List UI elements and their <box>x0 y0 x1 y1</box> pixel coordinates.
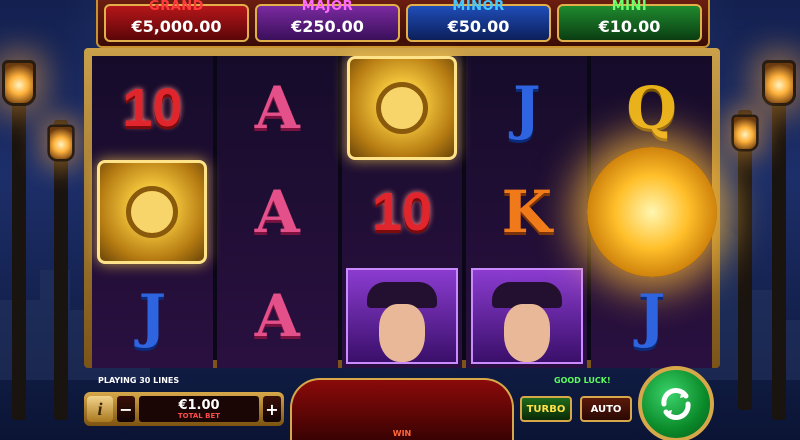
bet-control: i − €1.00 TOTAL BET + <box>84 392 284 426</box>
reel-cell: 10 <box>342 160 463 264</box>
jackpot-mini-value: €10.00 <box>598 17 661 36</box>
reel-3: 10 <box>341 56 463 368</box>
symbol-q: Q <box>626 74 677 142</box>
good-luck-text: GOOD LUCK! <box>554 376 611 385</box>
reel-cell: Q <box>591 56 712 160</box>
reel-4: JK <box>466 56 588 368</box>
reel-2: AAA <box>216 56 338 368</box>
jackpot-mini: MINI €10.00 <box>557 0 702 42</box>
face-icon <box>503 304 550 362</box>
reel-cell <box>586 147 717 277</box>
reel-5: QJ <box>586 56 717 368</box>
symbol-a: A <box>254 282 300 350</box>
vault-dial-icon <box>126 186 179 238</box>
bet-decrease-button[interactable]: − <box>117 396 135 422</box>
reel-cell: J <box>466 56 587 160</box>
street-lamp-left <box>2 60 36 420</box>
street-lamp-left-far <box>47 120 75 420</box>
magnifier-glow-symbol <box>586 147 717 277</box>
win-label: WIN <box>392 429 412 438</box>
symbol-k: K <box>501 178 552 246</box>
jackpot-mini-name: MINI <box>611 0 648 14</box>
vault-symbol <box>97 160 208 264</box>
reel-cell: A <box>217 56 338 160</box>
lines-text: PLAYING 30 LINES <box>98 376 180 385</box>
bet-increase-button[interactable]: + <box>263 396 281 422</box>
jackpot-major: MAJOR €250.00 <box>255 0 400 42</box>
reel-cell <box>342 56 463 160</box>
jackpot-grand: GRAND €5,000.00 <box>104 0 249 42</box>
reel-cell: J <box>92 264 213 368</box>
spin-button[interactable] <box>638 366 714 440</box>
reel-grid[interactable]: 10 J A A A 10 J K Q J <box>92 56 717 368</box>
jackpot-minor-value: €50.00 <box>447 17 510 36</box>
reel-1: 10 J <box>92 56 213 368</box>
reel-frame: 10 J A A A 10 J K Q J <box>84 48 720 368</box>
symbol-10: 10 <box>371 182 433 242</box>
vault-symbol <box>346 56 457 160</box>
total-bet-label: TOTAL BET <box>177 411 221 420</box>
jackpot-grand-value: €5,000.00 <box>131 17 222 36</box>
control-panel: PLAYING 30 LINES GOOD LUCK! i − €1.00 TO… <box>84 366 720 440</box>
jackpot-major-name: MAJOR <box>301 0 354 14</box>
reel-cell <box>342 264 463 368</box>
symbol-a: A <box>254 74 300 142</box>
detective-lady-symbol <box>470 268 583 364</box>
jackpot-grand-name: GRAND <box>149 0 204 14</box>
symbol-j: J <box>637 282 666 350</box>
reel-cell <box>92 160 213 264</box>
symbol-j: J <box>513 74 541 142</box>
detective-lady-symbol <box>345 268 458 364</box>
symbol-10: 10 <box>122 78 183 138</box>
win-display: WIN <box>290 378 514 440</box>
jackpot-bar: GRAND €5,000.00 MAJOR €250.00 MINOR €50.… <box>96 0 710 48</box>
vault-dial-icon <box>375 82 428 134</box>
turbo-button[interactable]: TURBO <box>520 396 572 422</box>
jackpot-minor-name: MINOR <box>452 0 505 14</box>
auto-button[interactable]: AUTO <box>580 396 632 422</box>
street-lamp-right-far <box>731 110 759 410</box>
street-lamp-right <box>762 60 796 420</box>
face-icon <box>378 304 425 362</box>
reel-cell: J <box>591 264 712 368</box>
reel-cell: A <box>217 264 338 368</box>
jackpot-major-value: €250.00 <box>291 17 364 36</box>
refresh-arrows-icon <box>661 388 691 420</box>
reel-cell: 10 <box>92 56 213 160</box>
symbol-j: J <box>138 282 167 350</box>
symbol-a: A <box>254 178 300 246</box>
reel-cell <box>466 264 587 368</box>
info-button[interactable]: i <box>87 396 113 422</box>
total-bet-value: €1.00 <box>178 397 220 413</box>
total-bet-display: €1.00 TOTAL BET <box>139 396 259 422</box>
reel-cell: K <box>466 160 587 264</box>
jackpot-minor: MINOR €50.00 <box>406 0 551 42</box>
reel-cell: A <box>217 160 338 264</box>
